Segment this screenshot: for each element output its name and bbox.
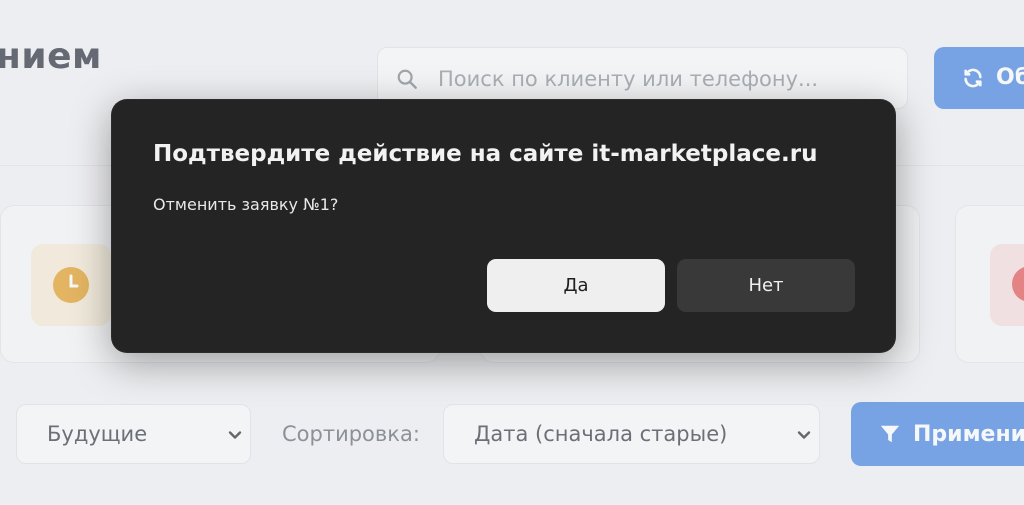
confirm-no-button[interactable]: Нет [677,259,855,312]
dialog-message: Отменить заявку №1? [153,195,339,214]
confirm-yes-button[interactable]: Да [487,259,665,312]
confirm-dialog: Подтвердите действие на сайте it-marketp… [111,99,896,353]
dialog-title: Подтвердите действие на сайте it-marketp… [153,141,818,167]
